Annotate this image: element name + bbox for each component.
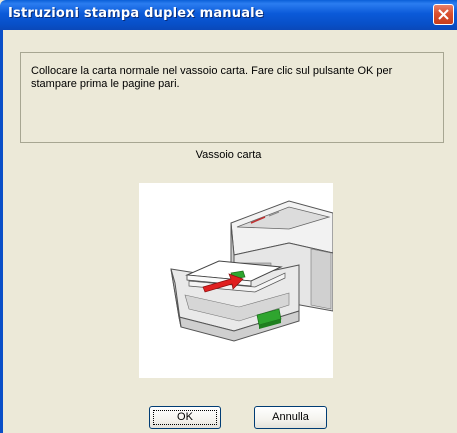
window-title: Istruzioni stampa duplex manuale: [8, 6, 264, 21]
tray-label: Vassoio carta: [195, 149, 262, 161]
dialog-window: Istruzioni stampa duplex manuale Colloca…: [0, 0, 457, 433]
printer-illustration-svg: [170, 200, 334, 342]
instruction-text: Collocare la carta normale nel vassoio c…: [31, 65, 393, 90]
close-icon: [438, 9, 449, 20]
message-panel: Collocare la carta normale nel vassoio c…: [20, 52, 444, 143]
cancel-button-label: Annulla: [272, 411, 309, 423]
title-bar[interactable]: Istruzioni stampa duplex manuale: [0, 0, 457, 30]
printer-tray-illustration: [139, 183, 334, 378]
window-border: [0, 30, 3, 433]
cancel-button[interactable]: Annulla: [254, 406, 327, 429]
ok-button-label: OK: [177, 411, 193, 423]
ok-button[interactable]: OK: [149, 406, 221, 429]
close-button[interactable]: [433, 4, 454, 25]
